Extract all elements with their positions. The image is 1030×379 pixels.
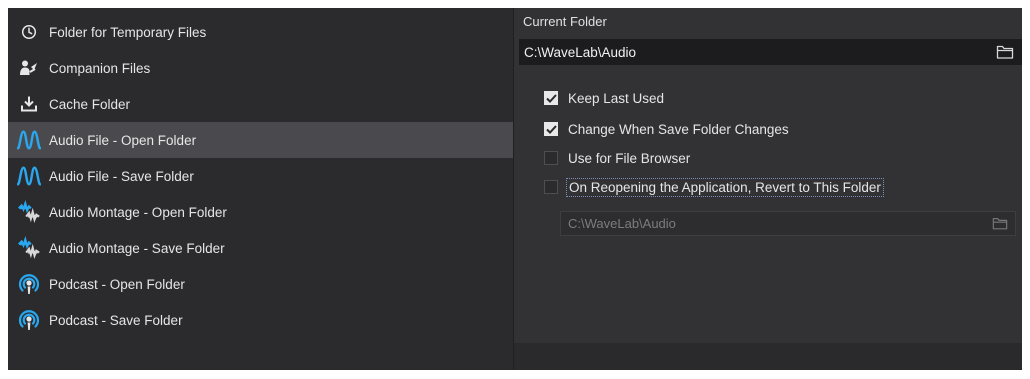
- current-folder-path[interactable]: C:\WaveLab\Audio: [524, 45, 636, 60]
- sidebar-item-companion-files[interactable]: Companion Files: [8, 50, 513, 86]
- sidebar-item-audio-montage-open[interactable]: Audio Montage - Open Folder: [8, 194, 513, 230]
- revert-on-reopen-checkbox[interactable]: [544, 180, 558, 194]
- sidebar-item-label: Audio Montage - Save Folder: [49, 240, 225, 256]
- sidebar-item-label: Companion Files: [49, 60, 151, 76]
- podcast-icon: [17, 272, 41, 296]
- folders-dialog: Folder for Temporary Files Companion Fil…: [8, 8, 1022, 370]
- sidebar-item-label: Folder for Temporary Files: [49, 24, 207, 40]
- change-when-save-folder-changes-label: Change When Save Folder Changes: [568, 121, 789, 137]
- sidebar-item-label: Podcast - Save Folder: [49, 312, 183, 328]
- folder-settings-panel: Current Folder C:\WaveLab\Audio Keep Las…: [514, 8, 1022, 370]
- browse-folder-icon[interactable]: [996, 44, 1014, 60]
- audio-wave-icon: [17, 164, 41, 188]
- current-folder-label: Current Folder: [523, 14, 607, 29]
- sidebar-item-temporary-files[interactable]: Folder for Temporary Files: [8, 14, 513, 50]
- audio-montage-icon: [17, 200, 41, 224]
- revert-folder-field[interactable]: C:\WaveLab\Audio: [560, 211, 1016, 236]
- podcast-icon: [17, 308, 41, 332]
- keep-last-used-option[interactable]: Keep Last Used: [544, 87, 664, 109]
- keep-last-used-checkbox[interactable]: [544, 91, 558, 105]
- sidebar-item-podcast-save[interactable]: Podcast - Save Folder: [8, 302, 513, 338]
- sidebar-item-label: Audio Montage - Open Folder: [49, 204, 227, 220]
- panel-footer: [514, 343, 1022, 370]
- change-when-save-folder-changes-option[interactable]: Change When Save Folder Changes: [544, 118, 789, 140]
- sidebar-item-label: Audio File - Open Folder: [49, 132, 197, 148]
- sidebar-item-label: Audio File - Save Folder: [49, 168, 194, 184]
- revert-on-reopen-option[interactable]: On Reopening the Application, Revert to …: [544, 176, 884, 198]
- keep-last-used-label: Keep Last Used: [568, 90, 665, 106]
- revert-on-reopen-label: On Reopening the Application, Revert to …: [566, 177, 884, 197]
- folder-category-list: Folder for Temporary Files Companion Fil…: [8, 8, 513, 370]
- sidebar-item-audio-file-save[interactable]: Audio File - Save Folder: [8, 158, 513, 194]
- current-folder-field[interactable]: C:\WaveLab\Audio: [519, 39, 1022, 65]
- browse-folder-icon[interactable]: [992, 216, 1008, 231]
- audio-wave-icon: [17, 128, 41, 152]
- clock-icon: [17, 20, 41, 44]
- use-for-file-browser-label: Use for File Browser: [568, 150, 691, 166]
- sidebar-item-label: Podcast - Open Folder: [49, 276, 185, 292]
- use-for-file-browser-option[interactable]: Use for File Browser: [544, 147, 690, 169]
- sidebar-item-audio-file-open[interactable]: Audio File - Open Folder: [8, 122, 513, 158]
- change-when-save-folder-changes-checkbox[interactable]: [544, 122, 558, 136]
- download-icon: [17, 92, 41, 116]
- audio-montage-icon: [17, 236, 41, 260]
- sidebar-item-cache-folder[interactable]: Cache Folder: [8, 86, 513, 122]
- use-for-file-browser-checkbox[interactable]: [544, 151, 558, 165]
- revert-folder-path[interactable]: C:\WaveLab\Audio: [568, 216, 676, 231]
- sidebar-item-podcast-open[interactable]: Podcast - Open Folder: [8, 266, 513, 302]
- sidebar-item-label: Cache Folder: [49, 96, 131, 112]
- companion-files-icon: [17, 56, 41, 80]
- sidebar-item-audio-montage-save[interactable]: Audio Montage - Save Folder: [8, 230, 513, 266]
